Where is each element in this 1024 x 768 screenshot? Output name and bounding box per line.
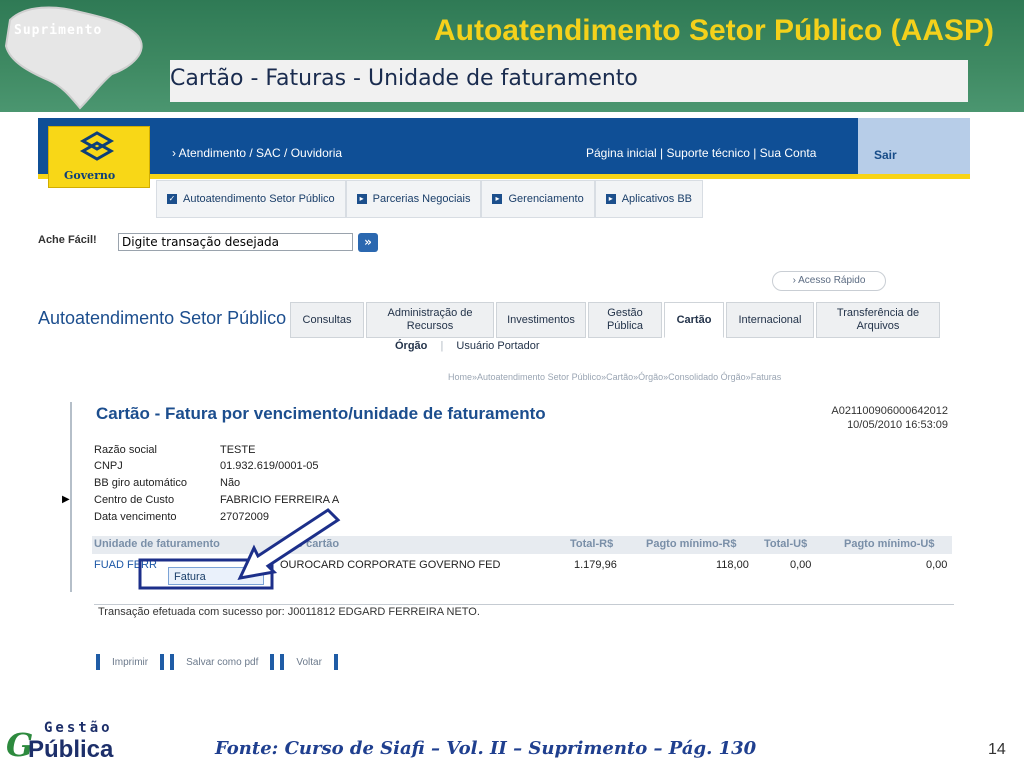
tab-aplicativos[interactable]: ▸ Aplicativos BB	[594, 180, 704, 218]
header-top-links[interactable]: Página inicial | Suporte técnico | Sua C…	[586, 146, 816, 160]
field-label: Razão social	[94, 444, 157, 456]
subtabs: Órgão | Usuário Portador	[395, 340, 540, 352]
tab-cartao[interactable]: Cartão	[664, 302, 724, 338]
logo-text: Suprimento	[14, 23, 103, 38]
imprimir-button[interactable]: Imprimir	[96, 654, 165, 670]
table-cell: OUROCARD CORPORATE GOVERNO FED	[280, 559, 501, 571]
search-button[interactable]: »	[358, 233, 378, 252]
gestao-publica-logo: G Gestão Pública	[6, 720, 136, 766]
page-number: 14	[988, 741, 1006, 758]
sair-panel: Sair	[858, 118, 970, 174]
subtab-orgao[interactable]: Órgão	[395, 340, 427, 352]
checkbox-icon: ✓	[167, 194, 177, 204]
column-header[interactable]: Tipo cartão	[280, 538, 339, 550]
action-buttons: Imprimir Salvar como pdf Voltar	[96, 654, 344, 670]
slide-subtitle: Cartão - Faturas - Unidade de faturament…	[170, 66, 638, 91]
aasp-tabs: Consultas Administração de Recursos Inve…	[290, 302, 942, 338]
panel-title: Cartão - Fatura por vencimento/unidade d…	[96, 404, 546, 423]
arrow-icon: ▸	[356, 194, 367, 204]
tab-gestao-publica[interactable]: Gestão Pública	[588, 302, 662, 338]
panel-datetime: 10/05/2010 16:53:09	[847, 419, 948, 431]
field-value: 01.932.619/0001-05	[220, 460, 319, 472]
aasp-title: Autoatendimento Setor Público	[38, 308, 287, 328]
unidade-link[interactable]: FUAD FERR	[94, 559, 157, 571]
tab-transferencia[interactable]: Transferência de Arquivos	[816, 302, 940, 338]
field-value: Não	[220, 477, 241, 489]
divider	[94, 604, 954, 605]
tab-administracao[interactable]: Administração de Recursos	[366, 302, 494, 338]
tab-label: Autoatendimento Setor Público	[183, 193, 335, 205]
subtitle-box: Cartão - Faturas - Unidade de faturament…	[170, 60, 968, 102]
main-nav-tabs: ✓ Autoatendimento Setor Público ▸ Parceria…	[156, 180, 704, 218]
tab-label: Aplicativos BB	[621, 193, 693, 205]
column-header[interactable]: Unidade de faturamento	[94, 538, 220, 550]
gestao-logo-big: Pública	[28, 736, 114, 763]
tab-consultas[interactable]: Consultas	[290, 302, 364, 338]
field-label: BB giro automático	[94, 477, 187, 489]
gestao-logo-small: Gestão	[44, 720, 113, 736]
brazil-map-logo	[4, 6, 143, 110]
table-cell: 118,00	[716, 559, 749, 571]
bb-governo-label: Governo	[64, 169, 116, 182]
bank-screenshot: Governo › Atendimento / SAC / Ouvidoria …	[38, 118, 970, 688]
slide-title: Autoatendimento Setor Público (AASP)	[433, 14, 994, 47]
header-yellow-stripe	[38, 174, 970, 179]
link-atendimento[interactable]: › Atendimento / SAC / Ouvidoria	[172, 146, 342, 160]
column-header[interactable]: Total-U$	[764, 538, 807, 550]
field-value: TESTE	[220, 444, 256, 456]
sair-link[interactable]: Sair	[874, 148, 897, 162]
column-header[interactable]: Pagto mínimo-R$	[646, 538, 736, 550]
column-header[interactable]: Pagto mínimo-U$	[844, 538, 934, 550]
arrow-icon: ▸	[492, 194, 503, 204]
field-label: Centro de Custo	[94, 494, 175, 506]
fatura-menu-item[interactable]: Fatura	[168, 567, 264, 585]
acesso-rapido-button[interactable]: › Acesso Rápido	[772, 271, 886, 291]
search-input[interactable]: Digite transação desejada	[118, 233, 353, 251]
breadcrumb[interactable]: Home»Autoatendimento Setor Público»Cartã…	[448, 372, 781, 382]
field-label: Data vencimento	[94, 511, 177, 523]
tab-label: Parcerias Negociais	[372, 193, 471, 205]
field-label: CNPJ	[94, 460, 123, 472]
tab-gerenciamento[interactable]: ▸ Gerenciamento	[481, 180, 595, 218]
field-value: FABRICIO FERREIRA A	[220, 494, 340, 506]
bb-logo-icon	[79, 131, 115, 161]
source-citation: Fonte: Curso de Siafi – Vol. II – Suprim…	[215, 738, 757, 759]
table-cell: 0,00	[790, 559, 812, 571]
column-header[interactable]: Total-R$	[570, 538, 613, 550]
bb-logo-tile[interactable]: Governo	[48, 126, 150, 188]
field-value: 27072009	[220, 511, 269, 523]
tab-label: Gerenciamento	[508, 193, 584, 205]
table-header: Unidade de faturamento Tipo cartão Total…	[92, 536, 952, 554]
success-message: Transação efetuada com sucesso por: J001…	[98, 606, 480, 618]
tab-parcerias[interactable]: ▸ Parcerias Negociais	[345, 180, 482, 218]
subtab-usuario-portador[interactable]: Usuário Portador	[456, 340, 539, 352]
table-cell: 1.179,96	[574, 559, 617, 571]
fatura-panel: ▶ Cartão - Fatura por vencimento/unidade…	[58, 402, 962, 592]
panel-id: A021100906000642012	[831, 405, 948, 417]
expand-arrow-icon[interactable]: ▶	[62, 494, 70, 505]
voltar-button[interactable]: Voltar	[280, 654, 338, 670]
ache-facil-label: Ache Fácil!	[38, 234, 97, 246]
salvar-pdf-button[interactable]: Salvar como pdf	[170, 654, 275, 670]
tab-aasp[interactable]: ✓ Autoatendimento Setor Público	[156, 180, 346, 218]
tab-investimentos[interactable]: Investimentos	[496, 302, 586, 338]
panel-id-block: A021100906000642012 10/05/2010 16:53:09	[831, 404, 948, 432]
table-cell: 0,00	[926, 559, 948, 571]
subtab-separator: |	[440, 340, 444, 352]
tab-internacional[interactable]: Internacional	[726, 302, 814, 338]
arrow-icon: ▸	[605, 194, 616, 204]
